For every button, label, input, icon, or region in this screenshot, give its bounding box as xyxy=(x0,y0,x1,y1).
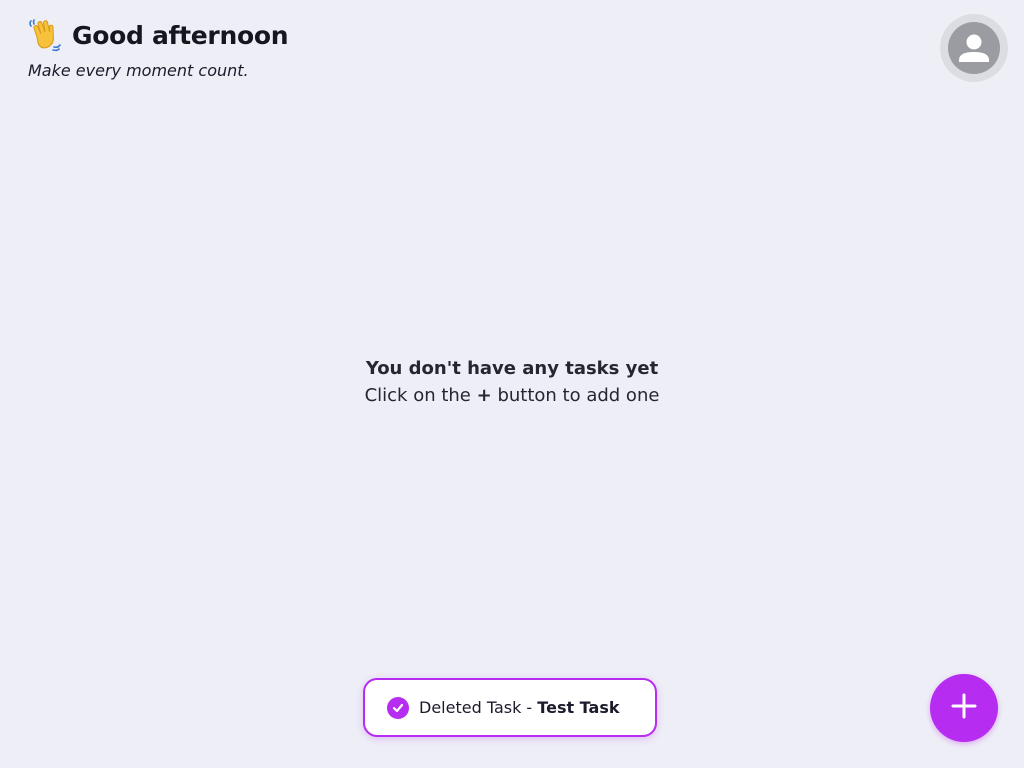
empty-state-title: You don't have any tasks yet xyxy=(365,358,659,379)
empty-state-hint: Click on the + button to add one xyxy=(0,385,1024,406)
greeting-row: Good afternoon xyxy=(28,18,289,52)
greeting-title: Good afternoon xyxy=(72,20,289,50)
waving-hand-icon xyxy=(28,18,62,52)
app-page: Good afternoon Make every moment count. … xyxy=(0,0,1024,768)
toast-message-prefix: Deleted Task - xyxy=(419,698,533,717)
add-task-button[interactable] xyxy=(930,674,998,742)
user-avatar-icon xyxy=(948,22,1000,74)
empty-hint-suffix: button to add one xyxy=(497,385,660,406)
greeting-subtitle: Make every moment count. xyxy=(28,61,249,80)
empty-hint-prefix: Click on the xyxy=(364,385,471,406)
plus-icon xyxy=(949,691,979,725)
header: Good afternoon Make every moment count. xyxy=(28,18,289,80)
toast-notification: Deleted Task - Test Task xyxy=(363,678,657,737)
toast-message: Deleted Task - Test Task xyxy=(419,698,620,717)
check-circle-icon xyxy=(387,696,409,719)
empty-state: You don't have any tasks yet Click on th… xyxy=(0,358,1024,406)
empty-hint-plus: + xyxy=(476,385,492,406)
toast-task-name: Test Task xyxy=(537,698,620,717)
profile-button[interactable] xyxy=(940,14,1008,82)
